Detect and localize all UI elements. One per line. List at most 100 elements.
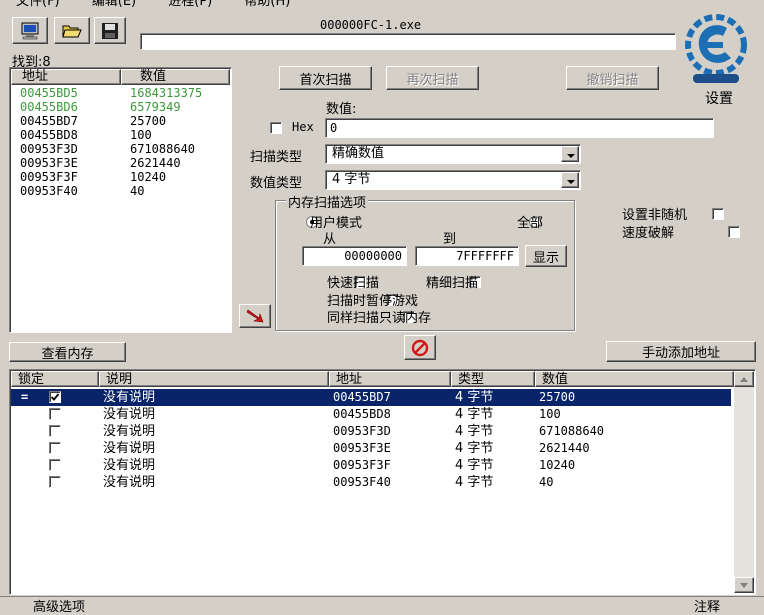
- row-value: 671088640: [539, 424, 605, 438]
- value-input[interactable]: 0: [325, 118, 714, 138]
- chevron-down-icon[interactable]: [561, 146, 579, 162]
- add-to-list-button[interactable]: [239, 304, 271, 328]
- value-type-select[interactable]: 4 字节: [325, 170, 581, 190]
- found-row[interactable]: 00953F3E 2621440: [20, 156, 230, 170]
- row-type: 4 字节: [455, 458, 494, 473]
- row-address: 00455BD7: [333, 390, 391, 404]
- undo-scan-button[interactable]: 撤销扫描: [566, 66, 659, 90]
- row-description: 没有说明: [103, 441, 156, 456]
- found-row[interactable]: 00455BD8 100: [20, 128, 230, 142]
- footer-bar: [0, 596, 764, 613]
- fine-scan-label: 精细扫描: [426, 276, 479, 291]
- menu-process[interactable]: 进程(P): [168, 0, 212, 9]
- row-value: 25700: [539, 390, 576, 404]
- lock-checkbox[interactable]: [49, 476, 61, 488]
- row-description: 没有说明: [103, 458, 156, 473]
- no-random-checkbox[interactable]: [711, 208, 724, 220]
- floppy-disk-icon: [102, 22, 118, 39]
- lock-checkbox[interactable]: [49, 425, 61, 437]
- speedhack-checkbox[interactable]: [728, 226, 741, 238]
- save-button[interactable]: [94, 17, 126, 44]
- advanced-options-button[interactable]: 高级选项: [33, 596, 85, 615]
- found-row[interactable]: 00455BD7 25700: [20, 114, 230, 128]
- lock-checkbox[interactable]: [49, 459, 61, 471]
- from-address-input[interactable]: 00000000: [302, 246, 407, 266]
- from-label: 从: [323, 232, 337, 247]
- menu-file[interactable]: 文件(F): [16, 0, 60, 9]
- hex-checkbox[interactable]: [270, 122, 282, 134]
- header-value[interactable]: 数值: [535, 371, 734, 387]
- header-description[interactable]: 说明: [99, 371, 329, 387]
- process-title: 000000FC-1.exe: [320, 18, 422, 32]
- lock-checkbox[interactable]: [49, 391, 61, 403]
- row-type: 4 字节: [455, 424, 494, 439]
- red-arrow-icon: [246, 309, 264, 323]
- all-label: 全部: [517, 216, 544, 231]
- row-address: 00455BD8: [333, 407, 391, 421]
- to-label: 到: [443, 232, 457, 247]
- select-process-button[interactable]: [12, 17, 48, 44]
- logo-icon: [685, 14, 747, 83]
- cheat-table-rows: = 没有说明 00455BD7 4 字节 25700 没有说明 00455BD8…: [11, 389, 731, 509]
- cheat-engine-logo[interactable]: [683, 12, 749, 86]
- found-row[interactable]: 00953F3D 671088640: [20, 142, 230, 156]
- chevron-down-icon[interactable]: [561, 172, 579, 188]
- table-row[interactable]: = 没有说明 00455BD7 4 字节 25700: [11, 389, 731, 406]
- next-scan-button[interactable]: 再次扫描: [386, 66, 479, 90]
- row-description: 没有说明: [103, 390, 156, 405]
- found-row[interactable]: 00455BD5 1684313375: [20, 86, 230, 100]
- readonly-memory-label: 同样扫描只读内存: [327, 311, 432, 326]
- cheat-table-header: 锁定 说明 地址 类型 数值: [11, 371, 734, 388]
- table-row[interactable]: 没有说明 00455BD8 4 字节 100: [11, 406, 731, 423]
- computer-icon: [21, 22, 39, 39]
- found-row[interactable]: 00953F3F 10240: [20, 170, 230, 184]
- arrow-up-icon: [740, 376, 748, 382]
- found-header-address[interactable]: 地址: [11, 69, 121, 85]
- no-entry-icon: [411, 339, 429, 356]
- open-file-button[interactable]: [54, 17, 90, 44]
- comments-button[interactable]: 注释: [694, 596, 720, 615]
- vertical-scrollbar[interactable]: [734, 371, 754, 593]
- table-row[interactable]: 没有说明 00953F3F 4 字节 10240: [11, 457, 731, 474]
- found-address-list[interactable]: 地址 数值 00455BD5 1684313375 00455BD6 6579349…: [9, 67, 232, 333]
- row-type: 4 字节: [455, 475, 494, 490]
- settings-label[interactable]: 设置: [705, 88, 733, 108]
- row-description: 没有说明: [103, 475, 156, 490]
- show-button[interactable]: 显示: [525, 245, 567, 267]
- cheat-table[interactable]: 锁定 说明 地址 类型 数值 = 没有说明 00455BD7 4 字节 2570…: [9, 369, 756, 595]
- found-row[interactable]: 00953F40 40: [20, 184, 230, 198]
- row-address: 00953F40: [333, 475, 391, 489]
- found-row[interactable]: 00455BD6 6579349: [20, 100, 230, 114]
- row-value: 10240: [539, 458, 576, 472]
- no-random-label: 设置非随机: [622, 208, 688, 223]
- table-row[interactable]: 没有说明 00953F40 4 字节 40: [11, 474, 731, 491]
- scan-type-select[interactable]: 精确数值: [325, 144, 581, 164]
- scroll-up-button[interactable]: [734, 371, 754, 387]
- row-description: 没有说明: [103, 424, 156, 439]
- header-type[interactable]: 类型: [451, 371, 535, 387]
- view-memory-button[interactable]: 查看内存: [9, 342, 126, 362]
- lock-checkbox[interactable]: [49, 442, 61, 454]
- row-type: 4 字节: [455, 441, 494, 456]
- row-value: 40: [539, 475, 554, 489]
- found-header-value[interactable]: 数值: [121, 69, 230, 85]
- menu-help[interactable]: 帮助(H): [244, 0, 290, 9]
- table-row[interactable]: 没有说明 00953F3D 4 字节 671088640: [11, 423, 731, 440]
- table-row[interactable]: 没有说明 00953F3E 4 字节 2621440: [11, 440, 731, 457]
- menu-edit[interactable]: 编辑(E): [92, 0, 136, 9]
- to-address-input[interactable]: 7FFFFFFF: [415, 246, 519, 266]
- lock-checkbox[interactable]: [49, 408, 61, 420]
- checkmark-icon: [50, 393, 60, 401]
- scan-type-label: 扫描类型: [250, 150, 303, 165]
- header-lock[interactable]: 锁定: [11, 371, 99, 387]
- first-scan-button[interactable]: 首次扫描: [279, 66, 372, 90]
- memory-options-title: 内存扫描选项: [286, 192, 369, 211]
- row-value: 2621440: [539, 441, 590, 455]
- clear-list-button[interactable]: [404, 335, 436, 360]
- add-address-manually-button[interactable]: 手动添加地址: [606, 341, 756, 362]
- header-address[interactable]: 地址: [329, 371, 451, 387]
- speedhack-label: 速度破解: [622, 226, 675, 241]
- fast-scan-label: 快速扫描: [327, 276, 380, 291]
- scroll-down-button[interactable]: [734, 577, 754, 593]
- hex-label: Hex: [292, 120, 314, 134]
